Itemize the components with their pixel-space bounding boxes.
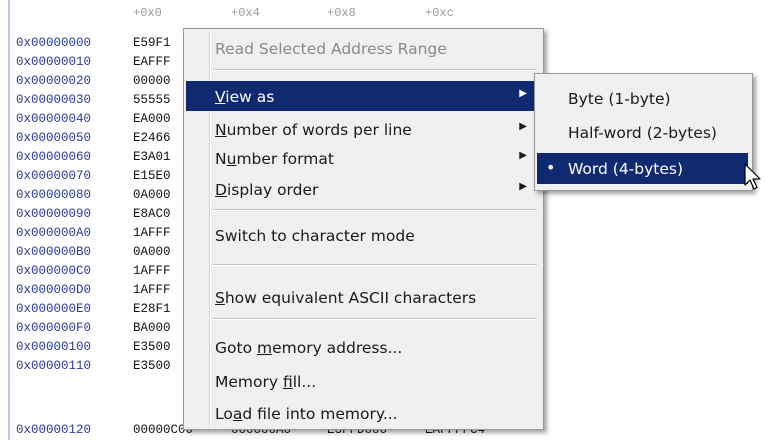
row-address: 0x00000010 — [16, 55, 92, 69]
row-address: 0x000000F0 — [16, 321, 92, 335]
memory-cell[interactable]: BA000 — [133, 321, 171, 335]
row-address: 0x00000020 — [16, 74, 92, 88]
column-header-row: +0x0 +0x4 +0x8 +0xc — [133, 2, 773, 22]
memory-cell[interactable]: E3500 — [133, 359, 171, 373]
menu-item-label: View as — [215, 88, 275, 106]
submenu-item-label: Word (4-bytes) — [568, 160, 684, 178]
menu-item-display-order[interactable]: Display order ▶ — [186, 174, 539, 204]
memory-cell[interactable]: 1AFFF — [133, 283, 171, 297]
memory-cell[interactable]: E2466 — [133, 131, 171, 145]
row-address: 0x00000000 — [16, 36, 92, 50]
memory-cell[interactable]: 1AFFF — [133, 264, 171, 278]
row-address: 0x00000070 — [16, 169, 92, 183]
memory-cell[interactable]: E3A01 — [133, 150, 171, 164]
row-address: 0x000000D0 — [16, 283, 92, 297]
menu-item-label: Show equivalent ASCII characters — [215, 289, 477, 307]
submenu-item-word[interactable]: • Word (4-bytes) — [537, 153, 748, 184]
row-address: 0x00000090 — [16, 207, 92, 221]
memory-cell[interactable]: 0A000 — [133, 188, 171, 202]
menu-item-load-file-into-memory[interactable]: Load file into memory... — [186, 398, 539, 428]
memory-cell[interactable]: EAFFF — [133, 55, 171, 69]
memory-cell[interactable]: E15E0 — [133, 169, 171, 183]
menu-separator — [213, 69, 537, 71]
mouse-pointer-icon — [744, 163, 761, 190]
row-address: 0x00000050 — [16, 131, 92, 145]
memory-cell[interactable]: 0A000 — [133, 245, 171, 259]
menu-item-label: Number of words per line — [215, 121, 412, 139]
memory-cell[interactable]: E3500 — [133, 340, 171, 354]
column-header-4: +0x4 — [231, 6, 260, 20]
memory-cell[interactable]: 1AFFF — [133, 226, 171, 240]
radio-bullet-icon: • — [546, 158, 556, 177]
row-address: 0x00000110 — [16, 359, 92, 373]
row-address: 0x00000120 — [16, 423, 92, 437]
panel-left-border — [8, 0, 10, 440]
menu-item-read-selected-address-range[interactable]: Read Selected Address Range — [186, 33, 539, 63]
menu-item-view-as[interactable]: View as ▶ — [186, 81, 539, 111]
menu-item-label: Switch to character mode — [215, 227, 415, 245]
row-address: 0x00000030 — [16, 93, 92, 107]
menu-item-memory-fill[interactable]: Memory fill... — [186, 366, 539, 396]
menu-item-show-equivalent-ascii[interactable]: Show equivalent ASCII characters — [186, 282, 539, 312]
submenu-item-label: Byte (1-byte) — [568, 90, 671, 108]
row-address: 0x00000040 — [16, 112, 92, 126]
submenu-item-half-word[interactable]: Half-word (2-bytes) — [537, 117, 748, 148]
menu-item-switch-to-character-mode[interactable]: Switch to character mode — [186, 220, 539, 250]
menu-separator — [213, 318, 537, 320]
context-menu: Read Selected Address Range View as ▶ Nu… — [183, 28, 544, 430]
menu-item-label: Display order — [215, 181, 319, 199]
column-header-c: +0xc — [425, 6, 454, 20]
row-address: 0x000000E0 — [16, 302, 92, 316]
menu-separator — [213, 209, 537, 211]
column-header-8: +0x8 — [327, 6, 356, 20]
memory-cell[interactable]: E28F1 — [133, 302, 171, 316]
menu-item-label: Read Selected Address Range — [215, 40, 447, 58]
view-as-submenu: Byte (1-byte) Half-word (2-bytes) • Word… — [534, 73, 753, 191]
menu-item-label: Memory fill... — [215, 373, 317, 391]
row-address: 0x00000080 — [16, 188, 92, 202]
menu-item-label: Load file into memory... — [215, 405, 398, 423]
submenu-item-label: Half-word (2-bytes) — [568, 124, 717, 142]
menu-item-number-format[interactable]: Number format ▶ — [186, 143, 539, 173]
row-address: 0x000000A0 — [16, 226, 92, 240]
menu-item-label: Number format — [215, 150, 334, 168]
memory-cell[interactable]: EA000 — [133, 112, 171, 126]
menu-item-goto-memory-address[interactable]: Goto memory address... — [186, 332, 539, 362]
submenu-item-byte[interactable]: Byte (1-byte) — [537, 83, 748, 114]
menu-item-label: Goto memory address... — [215, 339, 403, 357]
memory-cell[interactable]: 00000 — [133, 74, 171, 88]
memory-cell[interactable]: E59F1 — [133, 36, 171, 50]
row-address: 0x000000B0 — [16, 245, 92, 259]
submenu-arrow-icon: ▶ — [519, 121, 527, 132]
memory-cell[interactable]: E8AC0 — [133, 207, 171, 221]
row-address: 0x00000060 — [16, 150, 92, 164]
row-address: 0x000000C0 — [16, 264, 92, 278]
row-address: 0x00000100 — [16, 340, 92, 354]
submenu-arrow-icon: ▶ — [519, 88, 527, 99]
column-header-0: +0x0 — [133, 6, 162, 20]
submenu-arrow-icon: ▶ — [519, 181, 527, 192]
submenu-arrow-icon: ▶ — [519, 150, 527, 161]
menu-separator — [213, 264, 537, 266]
menu-item-number-of-words-per-line[interactable]: Number of words per line ▶ — [186, 114, 539, 144]
memory-cell[interactable]: 55555 — [133, 93, 171, 107]
